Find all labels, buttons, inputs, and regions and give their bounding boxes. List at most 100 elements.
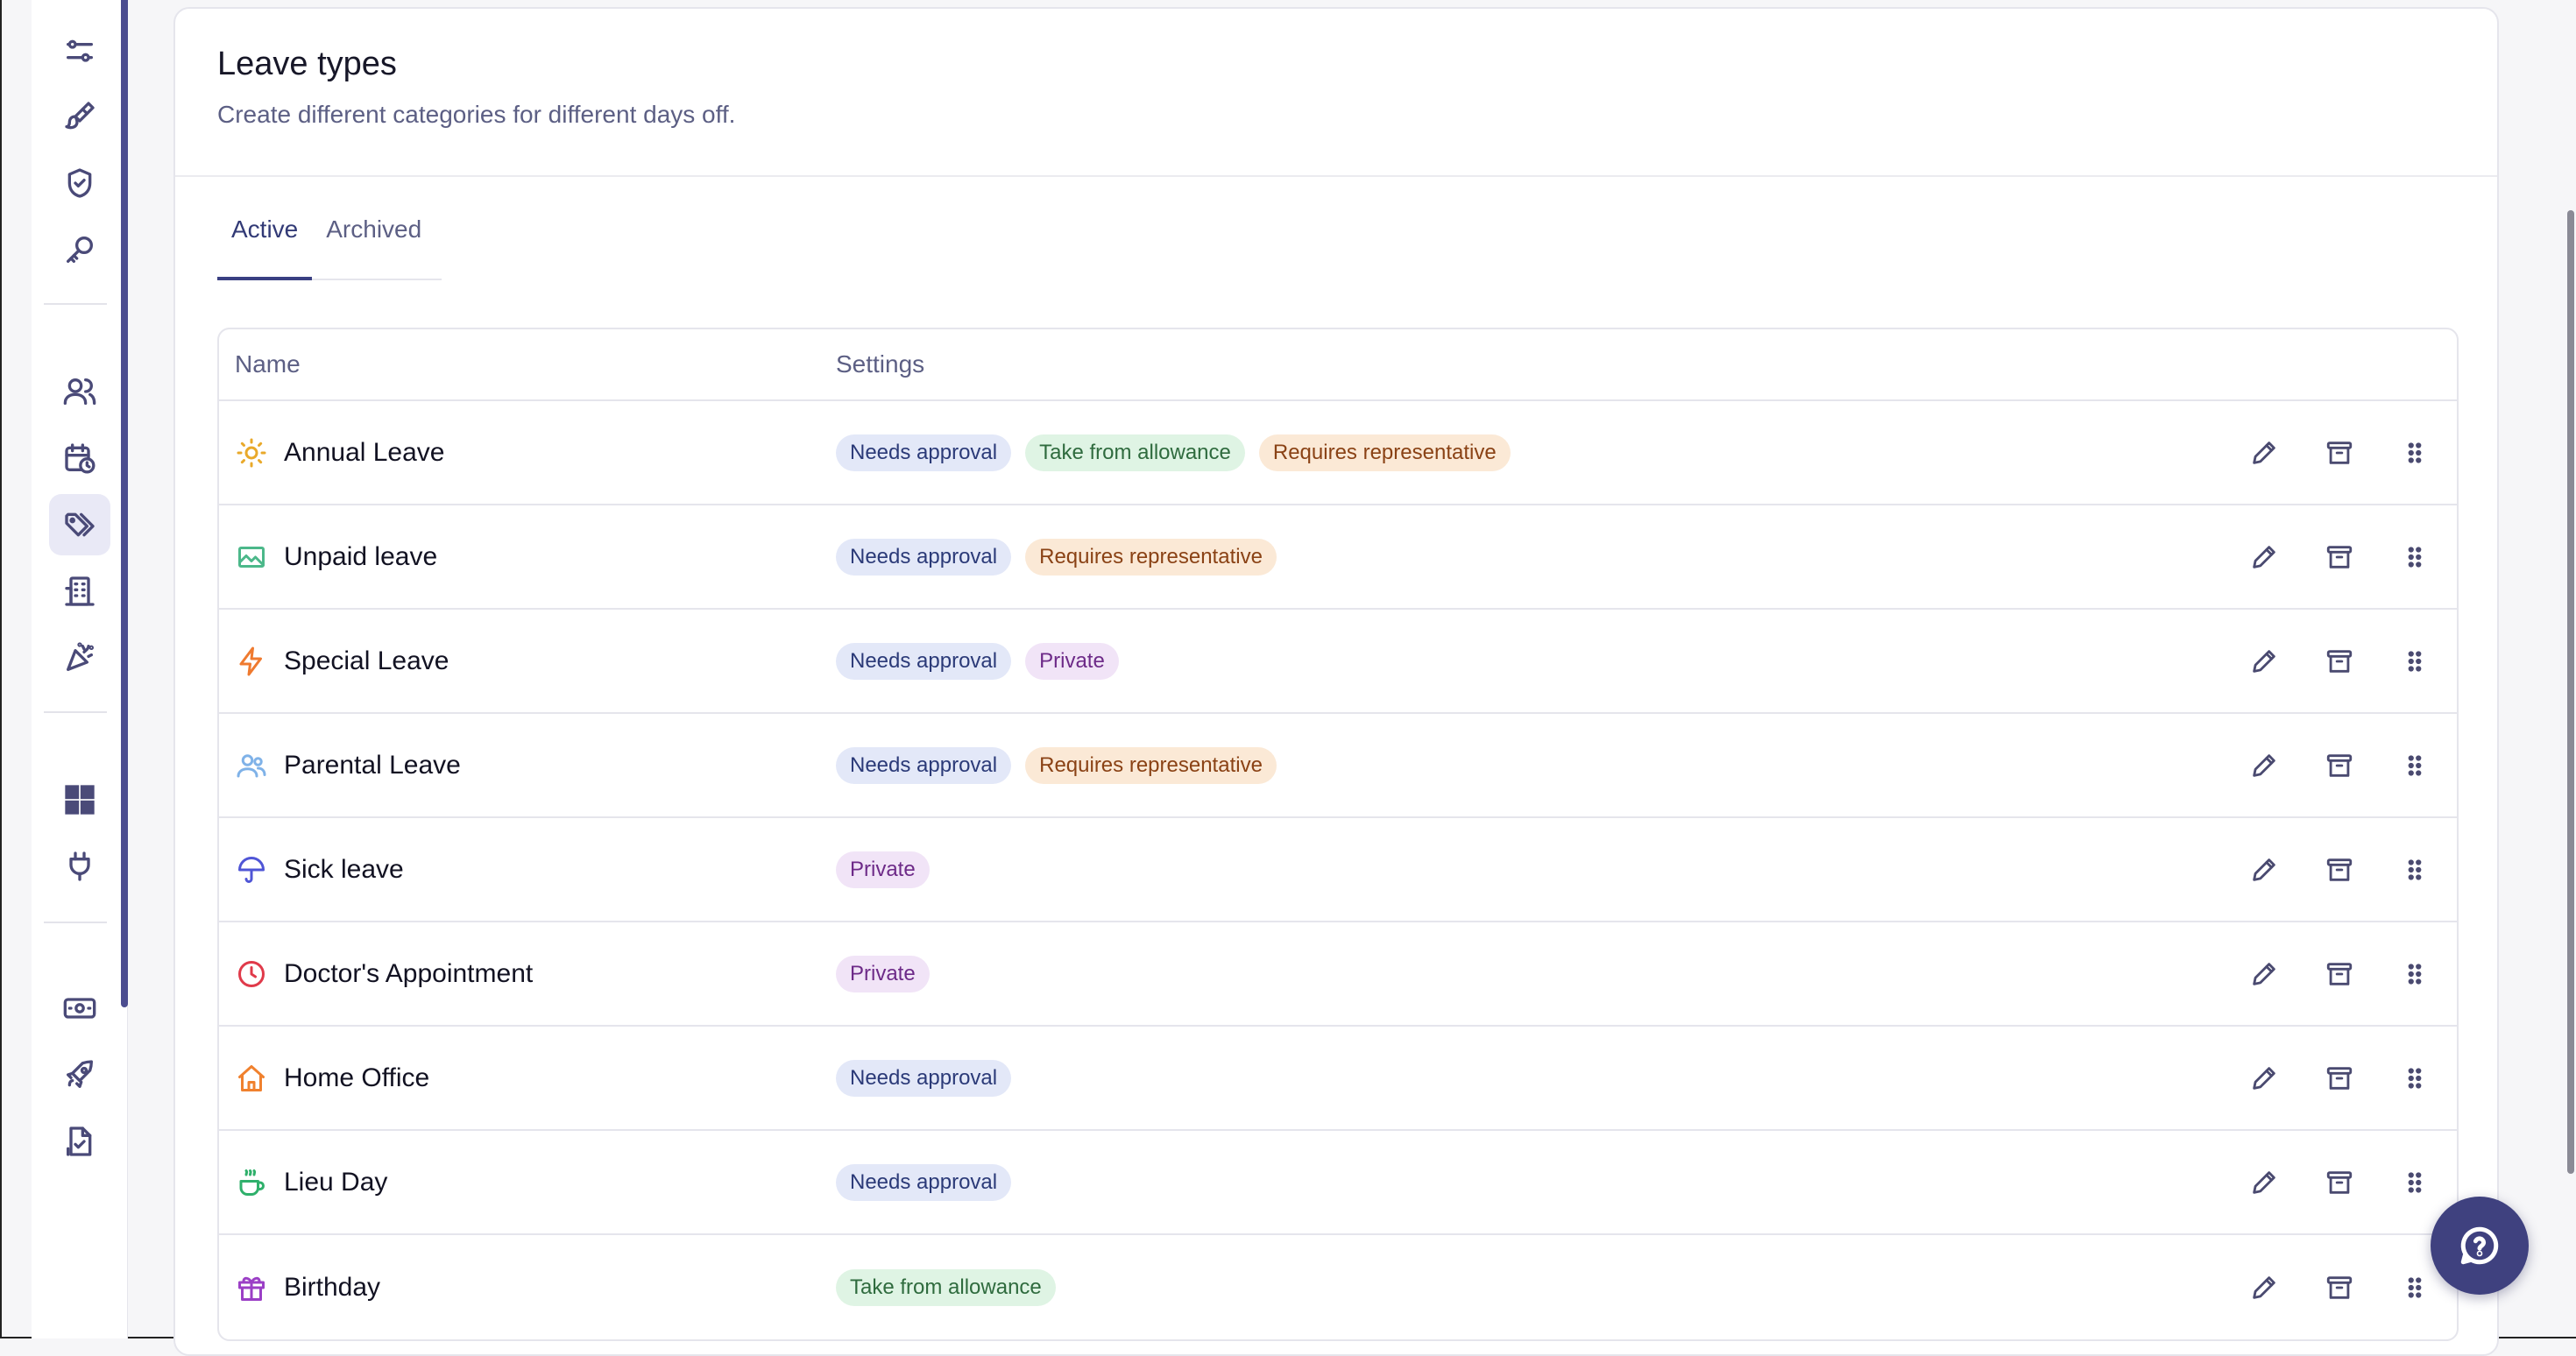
drag-handle[interactable] [2399, 1167, 2431, 1198]
drag-handle[interactable] [2399, 1063, 2431, 1094]
leave-type-name: Annual Leave [284, 437, 445, 467]
edit-button[interactable] [2248, 437, 2280, 469]
archive-icon [2326, 649, 2353, 673]
table-row[interactable]: Home Office Needs approval [219, 1027, 2457, 1131]
archive-button[interactable] [2324, 437, 2355, 469]
app-frame: Leave types Create different categories … [0, 0, 2576, 1356]
users-icon[interactable] [49, 361, 110, 422]
image-icon [235, 540, 268, 574]
archive-button[interactable] [2324, 1167, 2355, 1198]
leave-type-settings-cell: Needs approval Take from allowance Require… [836, 434, 2248, 471]
windows-grid-icon[interactable] [49, 769, 110, 830]
card-header: Leave types Create different categories … [175, 9, 2497, 177]
drag-handle-icon [2408, 650, 2422, 672]
table-row[interactable]: Unpaid leave Needs approval Requires repre… [219, 505, 2457, 610]
paintbrush-icon[interactable] [49, 86, 110, 147]
leave-types-card: Leave types Create different categories … [173, 7, 2499, 1356]
help-chat-button[interactable] [2431, 1197, 2529, 1295]
drag-handle-icon [2408, 1067, 2422, 1089]
building-icon[interactable] [49, 561, 110, 622]
page-scrollbar[interactable] [2567, 210, 2574, 1174]
archive-icon [2326, 1066, 2353, 1090]
setting-badge: Needs approval [836, 746, 1012, 784]
row-actions [2248, 1167, 2457, 1198]
drag-handle-icon [2408, 1276, 2422, 1298]
setting-badge: Needs approval [836, 1059, 1012, 1097]
pencil-icon [2253, 649, 2275, 673]
leave-type-name: Parental Leave [284, 750, 461, 780]
file-check-icon[interactable] [49, 1111, 110, 1172]
leave-type-name-cell: Home Office [219, 1062, 836, 1095]
setting-badge: Requires representative [1025, 538, 1277, 576]
edit-button[interactable] [2248, 646, 2280, 677]
leave-type-name-cell: Special Leave [219, 645, 836, 678]
row-actions [2248, 1272, 2457, 1303]
pencil-icon [2253, 1275, 2275, 1299]
tabs: Active Archived [217, 201, 442, 280]
tab-archived[interactable]: Archived [312, 201, 435, 279]
sliders-icon[interactable] [49, 21, 110, 82]
leave-type-name-cell: Unpaid leave [219, 540, 836, 574]
table-row[interactable]: Special Leave Needs approval Private [219, 610, 2457, 714]
edit-button[interactable] [2248, 1063, 2280, 1094]
tags-icon[interactable] [49, 494, 110, 555]
coffee-cup-icon [235, 1166, 268, 1199]
shield-check-icon[interactable] [49, 152, 110, 214]
lightning-icon [235, 645, 268, 678]
calendar-clock-icon[interactable] [49, 427, 110, 489]
edit-button[interactable] [2248, 1272, 2280, 1303]
setting-badge: Private [1025, 642, 1119, 680]
leave-type-name: Lieu Day [284, 1167, 388, 1197]
leave-type-settings-cell: Private [836, 851, 2248, 888]
table-body: Annual Leave Needs approval Take from allo… [219, 401, 2457, 1339]
table-row[interactable]: Birthday Take from allowance [219, 1235, 2457, 1339]
archive-button[interactable] [2324, 958, 2355, 990]
edit-button[interactable] [2248, 958, 2280, 990]
key-icon[interactable] [49, 219, 110, 280]
drag-handle[interactable] [2399, 1272, 2431, 1303]
archive-button[interactable] [2324, 1063, 2355, 1094]
drag-handle[interactable] [2399, 541, 2431, 573]
pencil-icon [2253, 858, 2275, 881]
drag-handle-icon [2408, 754, 2422, 776]
people-icon [235, 749, 268, 782]
leave-type-name-cell: Sick leave [219, 853, 836, 886]
edit-button[interactable] [2248, 750, 2280, 781]
table-row[interactable]: Parental Leave Needs approval Requires rep… [219, 714, 2457, 818]
edit-button[interactable] [2248, 854, 2280, 886]
edit-button[interactable] [2248, 541, 2280, 573]
plug-icon[interactable] [49, 836, 110, 897]
leave-type-name: Home Office [284, 1063, 430, 1092]
pencil-icon [2253, 962, 2275, 985]
setting-badge: Take from allowance [1025, 434, 1245, 471]
pencil-icon [2253, 1170, 2275, 1194]
rocket-icon[interactable] [49, 1044, 110, 1105]
leave-type-name-cell: Annual Leave [219, 436, 836, 470]
edit-button[interactable] [2248, 1167, 2280, 1198]
table-row[interactable]: Annual Leave Needs approval Take from allo… [219, 401, 2457, 505]
party-popper-icon[interactable] [49, 627, 110, 689]
archive-button[interactable] [2324, 541, 2355, 573]
drag-handle[interactable] [2399, 646, 2431, 677]
drag-handle-icon [2408, 858, 2422, 880]
leave-type-settings-cell: Needs approval Requires representative [836, 538, 2248, 576]
drag-handle[interactable] [2399, 958, 2431, 990]
table-row[interactable]: Doctor's Appointment Private [219, 922, 2457, 1027]
setting-badge: Needs approval [836, 1163, 1012, 1201]
row-actions [2248, 437, 2457, 469]
archive-icon [2326, 441, 2353, 464]
drag-handle[interactable] [2399, 437, 2431, 469]
drag-handle[interactable] [2399, 750, 2431, 781]
leave-types-table: Name Settings Annual Leave Needs approval… [217, 328, 2459, 1341]
setting-badge: Requires representative [1258, 434, 1511, 471]
table-row[interactable]: Lieu Day Needs approval [219, 1131, 2457, 1235]
tab-active[interactable]: Active [217, 201, 313, 280]
archive-button[interactable] [2324, 750, 2355, 781]
archive-button[interactable] [2324, 1272, 2355, 1303]
archive-button[interactable] [2324, 646, 2355, 677]
money-icon[interactable] [49, 978, 110, 1039]
table-row[interactable]: Sick leave Private [219, 818, 2457, 922]
leave-type-name: Unpaid leave [284, 541, 438, 571]
archive-button[interactable] [2324, 854, 2355, 886]
drag-handle[interactable] [2399, 854, 2431, 886]
